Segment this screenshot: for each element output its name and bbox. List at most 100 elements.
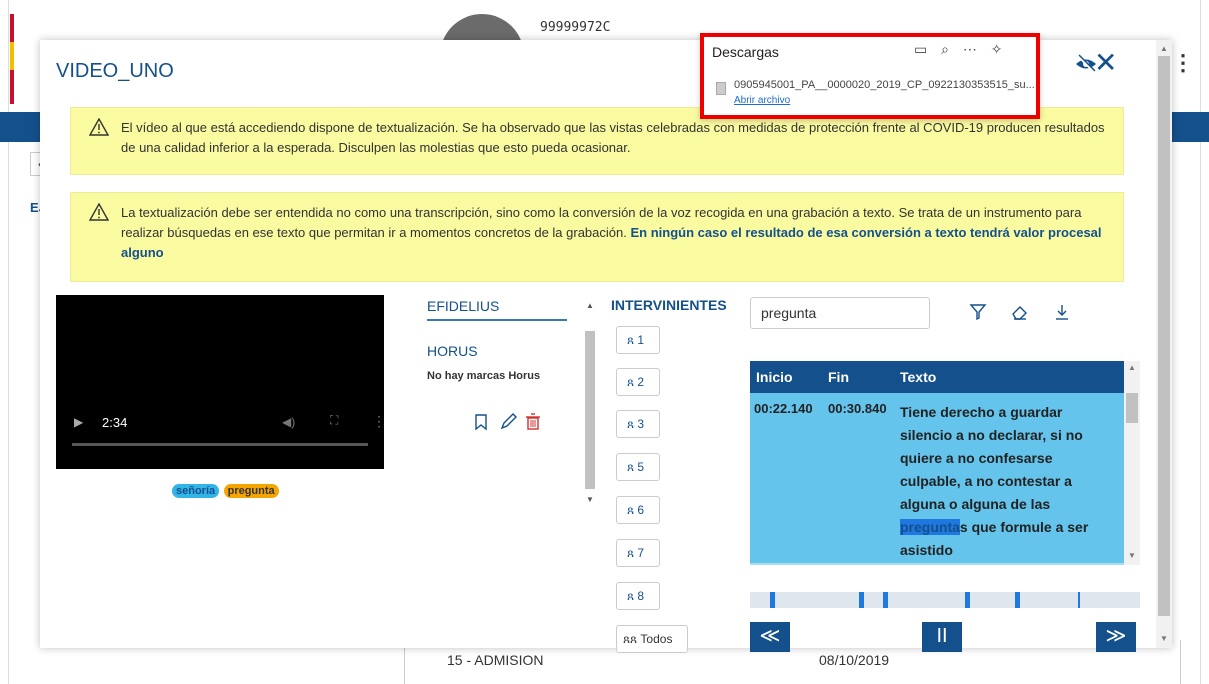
interviniente-label: 1 (637, 333, 645, 347)
folder-icon[interactable]: ▭ (914, 41, 927, 57)
person-icon: ጸ (627, 417, 635, 431)
timeline-mark[interactable] (1015, 592, 1020, 608)
interviniente-label: 5 (637, 460, 645, 474)
interviniente-button-5[interactable]: ጸ 5 (616, 453, 660, 481)
table-row[interactable]: 00:22.140 00:30.840 Tiene derecho a guar… (750, 393, 1124, 563)
next-match-button[interactable]: ≫ (1096, 622, 1136, 652)
efidelius-scrollbar[interactable]: ▲ ▼ (582, 295, 598, 513)
table-scrollbar[interactable]: ▲ ▼ (1124, 361, 1140, 565)
video-tags: señoría pregunta (172, 481, 279, 499)
open-file-link[interactable]: Abrir archivo (734, 95, 790, 106)
no-marks-text: No hay marcas Horus (427, 370, 541, 382)
scroll-down-icon[interactable]: ▼ (586, 495, 594, 504)
scroll-thumb[interactable] (585, 331, 595, 489)
interviniente-button-8[interactable]: ጸ 8 (616, 582, 660, 610)
video-time: 2:34 (102, 415, 128, 430)
row-texto: Tiene derecho a guardar silencio a no de… (900, 401, 1110, 562)
timeline-mark[interactable] (1078, 592, 1080, 608)
person-icon: ጸ (627, 460, 635, 474)
timeline-mark[interactable] (883, 592, 888, 608)
pin-icon[interactable]: ✧ (991, 41, 1003, 57)
tag-pregunta[interactable]: pregunta (223, 484, 279, 498)
timeline-mark[interactable] (859, 592, 864, 608)
intervinientes-heading: INTERVINIENTES (611, 297, 727, 313)
interviniente-button-3[interactable]: ጸ 3 (616, 410, 660, 438)
edit-icon[interactable] (500, 413, 517, 430)
group-icon: ጸጸ (623, 632, 638, 646)
person-icon: ጸ (627, 503, 635, 517)
modal-title: VIDEO_UNO (56, 60, 174, 82)
fullscreen-icon[interactable]: ⛶ (330, 413, 338, 428)
logo-stripe-yellow (10, 42, 14, 70)
interviniente-button-1[interactable]: ጸ 1 (616, 326, 660, 354)
interviniente-button-7[interactable]: ጸ 7 (616, 539, 660, 567)
interviniente-label: 3 (637, 417, 645, 431)
person-icon: ጸ (627, 333, 635, 347)
scroll-down-icon[interactable]: ▼ (1160, 634, 1168, 643)
record-date: 08/10/2019 (819, 652, 890, 668)
scroll-up-icon[interactable]: ▲ (1160, 44, 1168, 53)
warning-icon (89, 118, 109, 136)
interviniente-label: 2 (637, 375, 645, 389)
scroll-up-icon[interactable]: ▲ (586, 301, 594, 310)
interviniente-button-6[interactable]: ጸ 6 (616, 496, 660, 524)
row-inicio: 00:22.140 (754, 401, 813, 416)
transcript-table: Inicio Fin Texto 00:22.140 00:30.840 Tie… (750, 361, 1140, 565)
search-icon[interactable]: ⌕ (941, 41, 949, 57)
more-options-icon[interactable]: ⋮ (372, 413, 386, 430)
downloads-toolbar: ▭ ⌕ ⋯ ✧ (914, 41, 1012, 58)
tag-senoria[interactable]: señoría (172, 484, 220, 498)
scroll-thumb[interactable] (1158, 56, 1170, 616)
record-type: 15 - ADMISION (447, 652, 544, 668)
timeline-mark[interactable] (965, 592, 970, 608)
download-icon[interactable] (1052, 302, 1072, 322)
match-timeline[interactable] (750, 592, 1140, 608)
interviniente-label: 7 (637, 546, 645, 560)
page-border-left (8, 0, 9, 684)
interviniente-label: 8 (637, 589, 645, 603)
timeline-mark[interactable] (770, 592, 775, 608)
scroll-up-icon[interactable]: ▲ (1128, 363, 1136, 372)
page-border-right (1200, 0, 1201, 684)
search-input[interactable] (750, 297, 930, 329)
video-player[interactable]: ▶ 2:34 ◀) ⛶ ⋮ (56, 295, 386, 469)
volume-icon[interactable]: ◀) (282, 415, 295, 429)
interviniente-label: 6 (637, 503, 645, 517)
interviniente-button-2[interactable]: ጸ 2 (616, 368, 660, 396)
tab-efidelius[interactable]: EFIDELIUS (427, 298, 499, 314)
scroll-down-icon[interactable]: ▼ (1128, 551, 1136, 560)
more-icon[interactable]: ⋯ (963, 41, 977, 57)
scroll-thumb[interactable] (1126, 393, 1138, 423)
tab-underline (427, 319, 567, 321)
column-fin: Fin (828, 369, 849, 385)
row-fin: 00:30.840 (828, 401, 887, 416)
video-modal: VIDEO_UNO ✕ El vídeo al que está accedie… (40, 40, 1172, 653)
horus-actions (475, 413, 540, 431)
bookmark-icon[interactable] (475, 414, 487, 431)
play-icon[interactable]: ▶ (74, 415, 83, 429)
todos-label: Todos (640, 632, 673, 646)
horus-heading: HORUS (427, 343, 478, 359)
table-header: Inicio Fin Texto (750, 361, 1124, 393)
person-icon: ጸ (627, 375, 635, 389)
kebab-menu-icon[interactable]: ⋮ (1172, 50, 1194, 76)
pause-button[interactable]: II (922, 622, 962, 652)
downloads-panel: Descargas ▭ ⌕ ⋯ ✧ 0905945001_PA__0000020… (700, 33, 1040, 119)
delete-icon[interactable] (526, 413, 540, 430)
modal-scrollbar[interactable]: ▲ ▼ (1156, 40, 1172, 648)
download-file-name[interactable]: 0905945001_PA__0000020_2019_CP_092213035… (734, 79, 1035, 91)
person-icon: ጸ (627, 589, 635, 603)
todos-button[interactable]: ጸጸ Todos (616, 625, 688, 653)
user-id: 99999972C (540, 20, 611, 35)
previous-match-button[interactable]: ≪ (750, 622, 790, 652)
eraser-icon[interactable] (1010, 302, 1030, 322)
video-progress-track[interactable] (72, 443, 368, 446)
divider (1180, 640, 1181, 684)
filter-icon[interactable] (968, 302, 988, 322)
row-text-before: Tiene derecho a guardar silencio a no de… (900, 404, 1083, 512)
column-inicio: Inicio (756, 369, 793, 385)
downloads-title: Descargas (712, 44, 779, 60)
close-icon[interactable]: ✕ (1094, 46, 1117, 79)
person-icon: ጸ (627, 546, 635, 560)
warning-banner-textualization: La textualización debe ser entendida no … (70, 192, 1124, 282)
